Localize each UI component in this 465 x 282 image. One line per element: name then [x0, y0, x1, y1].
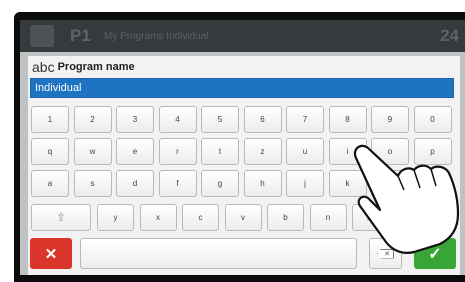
key-u[interactable]: u	[286, 138, 324, 165]
key-o[interactable]: o	[371, 138, 409, 165]
key-4[interactable]: 4	[158, 106, 197, 133]
program-header: P1 My Programs Individual 24	[20, 20, 465, 52]
key-p[interactable]: p	[413, 138, 452, 165]
space-key[interactable]	[80, 238, 357, 269]
key-k[interactable]: k	[328, 170, 367, 197]
key-0[interactable]: 0	[413, 106, 452, 133]
key-5[interactable]: 5	[201, 106, 239, 133]
key-x[interactable]: x	[139, 204, 177, 231]
key-n[interactable]: n	[309, 204, 347, 231]
key-d[interactable]: d	[116, 170, 154, 197]
key-3[interactable]: 3	[116, 106, 154, 133]
key-2[interactable]: 2	[73, 106, 112, 133]
keyboard-dialog: abc Program name Individual 1234567890qw…	[28, 56, 460, 275]
dialog-title: abc Program name	[32, 59, 135, 75]
program-number: P1	[70, 26, 91, 45]
backspace-icon: ✕	[377, 248, 394, 259]
shift-key[interactable]: ⇧	[31, 204, 91, 231]
key-i[interactable]: i	[328, 138, 367, 165]
program-name-display: My Programs Individual	[104, 31, 209, 42]
key-s[interactable]: s	[73, 170, 112, 197]
text-input-icon: abc	[32, 59, 55, 75]
key-z[interactable]: z	[243, 138, 282, 165]
backspace-button[interactable]: ✕	[369, 238, 402, 269]
key-c[interactable]: c	[182, 204, 219, 231]
key-6[interactable]: 6	[243, 106, 282, 133]
cancel-button[interactable]: ✕	[30, 238, 72, 269]
key-a[interactable]: a	[31, 170, 69, 197]
key-l[interactable]: l	[371, 170, 409, 197]
key-f[interactable]: f	[158, 170, 197, 197]
key-j[interactable]: j	[286, 170, 324, 197]
confirm-button[interactable]: ✓	[414, 238, 456, 269]
key-y[interactable]: y	[97, 204, 134, 231]
key-e[interactable]: e	[116, 138, 154, 165]
key-r[interactable]: r	[158, 138, 197, 165]
key-w[interactable]: w	[73, 138, 112, 165]
device-screen: P1 My Programs Individual 24 abc Program…	[20, 20, 465, 275]
dialog-title-label: Program name	[57, 61, 135, 73]
program-name-input[interactable]: Individual	[30, 78, 454, 98]
key-m[interactable]: m	[352, 204, 389, 231]
header-value: 24	[440, 26, 459, 45]
key-g[interactable]: g	[201, 170, 239, 197]
key-8[interactable]: 8	[328, 106, 367, 133]
key-t[interactable]: t	[201, 138, 239, 165]
key-v[interactable]: v	[224, 204, 262, 231]
key-9[interactable]: 9	[371, 106, 409, 133]
key-h[interactable]: h	[243, 170, 282, 197]
key-7[interactable]: 7	[286, 106, 324, 133]
key-q[interactable]: q	[31, 138, 69, 165]
key-b[interactable]: b	[267, 204, 304, 231]
key-1[interactable]: 1	[31, 106, 69, 133]
program-icon	[30, 25, 54, 47]
